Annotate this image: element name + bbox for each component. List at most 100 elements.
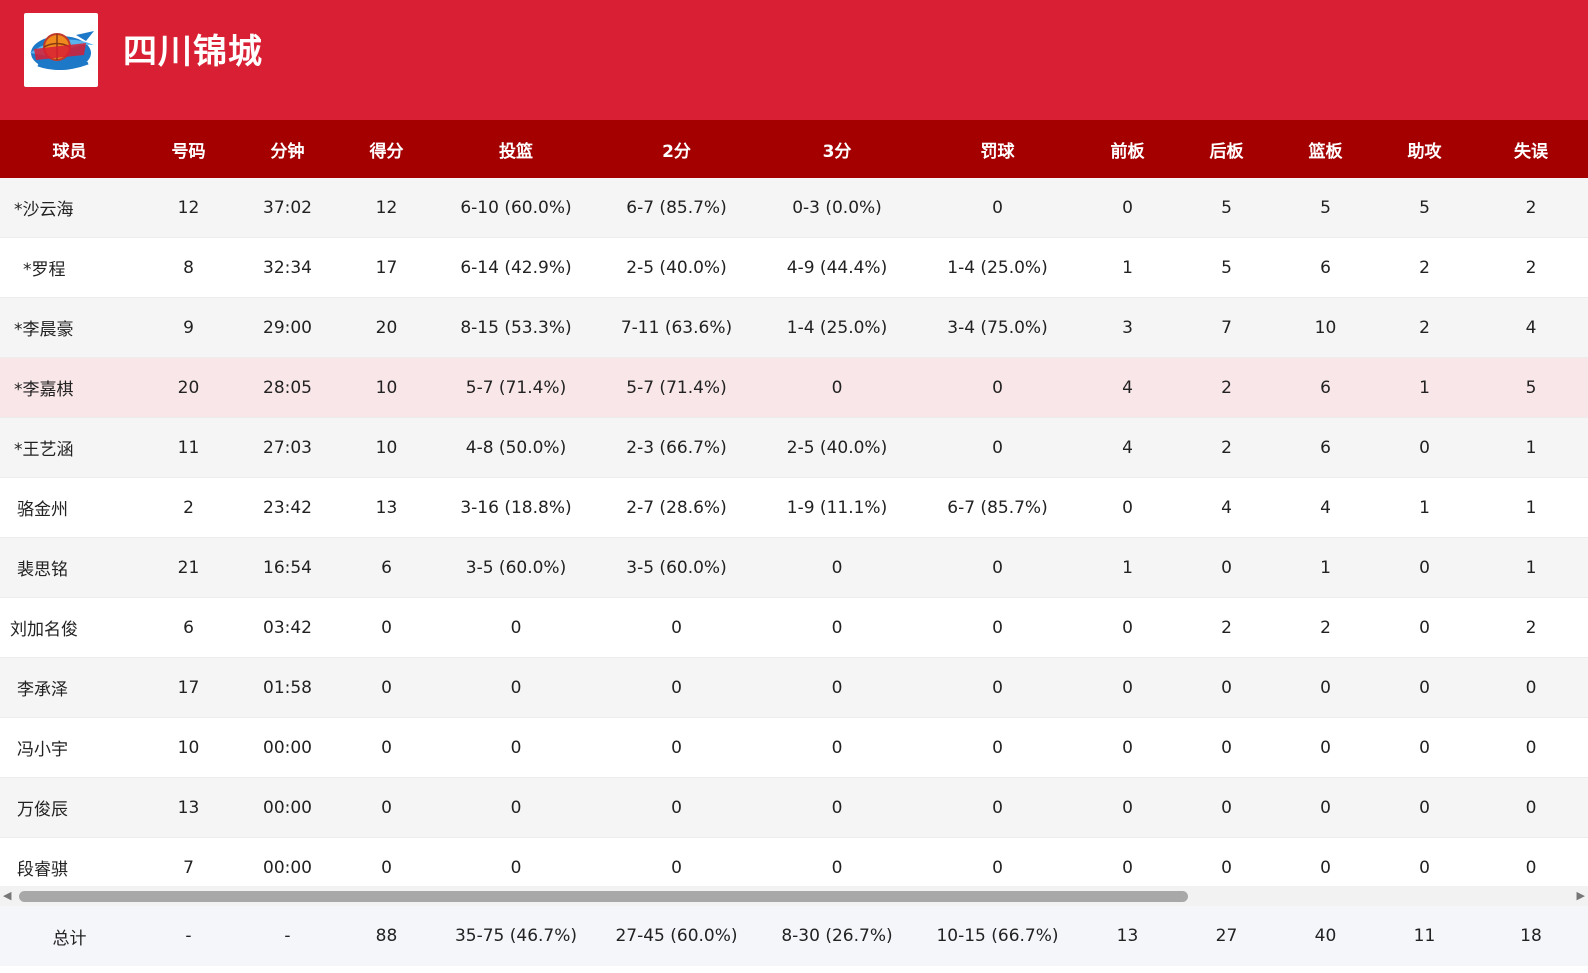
column-header-ast[interactable]: 助攻	[1375, 120, 1474, 178]
player-name-cell[interactable]: 裴思铭	[0, 537, 139, 598]
stat-cell-two-pt: 0	[596, 657, 757, 718]
scroll-left-arrow-icon[interactable]: ◀	[3, 888, 11, 904]
stat-cell-fg: 5-7 (71.4%)	[436, 357, 596, 418]
stat-cell-minutes: 03:42	[238, 597, 337, 658]
table-row[interactable]: 李承泽 17 01:58 0 0 0 0 0 0 0 0 0 0	[0, 657, 1588, 718]
stat-cell-tov: 2	[1474, 178, 1588, 238]
stat-cell-ast: 0	[1375, 597, 1474, 658]
stat-cell-reb: 6	[1276, 357, 1375, 418]
totals-cell-off-reb: 13	[1116, 926, 1139, 946]
column-header-tov[interactable]: 失误	[1474, 120, 1588, 178]
stat-cell-three-pt: 2-5 (40.0%)	[757, 417, 917, 478]
stat-cell-ast: 0	[1375, 657, 1474, 718]
column-header-ft[interactable]: 罚球	[917, 120, 1078, 178]
stat-cell-points: 10	[337, 357, 436, 418]
stat-cell-off-reb: 4	[1078, 417, 1177, 478]
table-row[interactable]: *罗程 8 32:34 17 6-14 (42.9%) 2-5 (40.0%) 4-9 (4…	[0, 237, 1588, 298]
stat-cell-two-pt: 7-11 (63.6%)	[596, 297, 757, 358]
column-header-number[interactable]: 号码	[139, 120, 238, 178]
column-header-two-pt[interactable]: 2分	[596, 120, 757, 178]
column-header-minutes[interactable]: 分钟	[238, 120, 337, 178]
table-row[interactable]: *王艺涵 11 27:03 10 4-8 (50.0%) 2-3 (66.7%) 2-5 (…	[0, 417, 1588, 478]
player-name-cell[interactable]: 刘加名俊	[0, 597, 139, 658]
stat-cell-def-reb: 0	[1177, 777, 1276, 838]
player-name-cell[interactable]: *李晨豪	[0, 297, 139, 358]
totals-cell-three-pt: 8-30 (26.7%)	[781, 926, 893, 946]
totals-cell-number: -	[185, 926, 192, 946]
player-name-cell[interactable]: 骆金州	[0, 477, 139, 538]
stat-cell-two-pt: 6-7 (85.7%)	[596, 178, 757, 238]
stat-cell-def-reb: 0	[1177, 537, 1276, 598]
stat-cell-number: 20	[139, 357, 238, 418]
table-row[interactable]: *李晨豪 9 29:00 20 8-15 (53.3%) 7-11 (63.6%) 1-4 …	[0, 297, 1588, 358]
stat-cell-three-pt: 0	[757, 597, 917, 658]
totals-cell-ft: 10-15 (66.7%)	[936, 926, 1059, 946]
scroll-right-arrow-icon[interactable]: ▶	[1577, 888, 1585, 904]
column-header-three-pt[interactable]: 3分	[757, 120, 917, 178]
stat-cell-def-reb: 2	[1177, 597, 1276, 658]
totals-cell-tov: 18	[1520, 926, 1542, 946]
stat-cell-three-pt: 0	[757, 357, 917, 418]
stat-cell-minutes: 29:00	[238, 297, 337, 358]
stat-cell-tov: 0	[1474, 657, 1588, 718]
stat-cell-tov: 1	[1474, 417, 1588, 478]
stat-cell-off-reb: 1	[1078, 237, 1177, 298]
stat-cell-fg: 3-16 (18.8%)	[436, 477, 596, 538]
totals-cell-reb: 40	[1314, 926, 1337, 946]
sichuan-team-logo-icon	[30, 31, 94, 70]
stat-cell-def-reb: 0	[1177, 657, 1276, 718]
stat-cell-three-pt: 1-9 (11.1%)	[757, 477, 917, 538]
column-header-reb[interactable]: 篮板	[1276, 120, 1375, 178]
player-name-cell[interactable]: *罗程	[0, 237, 139, 298]
team-name: 四川锦城	[123, 32, 263, 72]
stat-cell-ft: 0	[917, 657, 1078, 718]
stat-cell-number: 6	[139, 597, 238, 658]
player-name-cell[interactable]: *王艺涵	[0, 417, 139, 478]
stat-cell-two-pt: 2-5 (40.0%)	[596, 237, 757, 298]
player-name-cell[interactable]: 冯小宇	[0, 717, 139, 778]
stat-cell-fg: 3-5 (60.0%)	[436, 537, 596, 598]
stat-cell-number: 13	[139, 777, 238, 838]
column-header-player[interactable]: 球员	[0, 120, 139, 178]
totals-cell-ast: 11	[1413, 926, 1436, 946]
stat-cell-two-pt: 0	[596, 597, 757, 658]
stat-cell-def-reb: 2	[1177, 417, 1276, 478]
table-row[interactable]: 刘加名俊 6 03:42 0 0 0 0 0 0 2 2 0 2	[0, 597, 1588, 658]
stat-cell-reb: 6	[1276, 417, 1375, 478]
column-header-off-reb[interactable]: 前板	[1078, 120, 1177, 178]
table-row[interactable]: 骆金州 2 23:42 13 3-16 (18.8%) 2-7 (28.6%) 1-9 (1…	[0, 477, 1588, 538]
column-header-def-reb[interactable]: 后板	[1177, 120, 1276, 178]
team-header: 四川锦城	[0, 0, 1588, 120]
player-name-cell[interactable]: 李承泽	[0, 657, 139, 718]
stat-cell-tov: 2	[1474, 597, 1588, 658]
stat-cell-def-reb: 2	[1177, 357, 1276, 418]
stat-cell-number: 9	[139, 297, 238, 358]
column-header-points[interactable]: 得分	[337, 120, 436, 178]
horizontal-scrollbar[interactable]: ◀ ▶	[0, 886, 1588, 906]
scrollbar-thumb[interactable]	[19, 891, 1188, 902]
column-header-fg[interactable]: 投篮	[436, 120, 596, 178]
player-name-cell[interactable]: *李嘉棋	[0, 357, 139, 418]
stat-cell-off-reb: 3	[1078, 297, 1177, 358]
stat-cell-number: 11	[139, 417, 238, 478]
stat-cell-minutes: 27:03	[238, 417, 337, 478]
team-logo	[24, 13, 98, 87]
table-row[interactable]: 裴思铭 21 16:54 6 3-5 (60.0%) 3-5 (60.0%) 0 0 1 0 1 0 1	[0, 537, 1588, 598]
stat-cell-ft: 0	[917, 717, 1078, 778]
totals-row: 总计 - - 88 35-75 (46.7%) 27-45 (60.0%) 8-30 (26…	[0, 906, 1588, 966]
stat-cell-minutes: 00:00	[238, 777, 337, 838]
table-row[interactable]: 冯小宇 10 00:00 0 0 0 0 0 0 0 0 0 0	[0, 717, 1588, 778]
stat-cell-three-pt: 4-9 (44.4%)	[757, 237, 917, 298]
stat-cell-ast: 5	[1375, 178, 1474, 238]
stat-cell-ft: 0	[917, 597, 1078, 658]
stat-cell-off-reb: 0	[1078, 777, 1177, 838]
player-name-cell[interactable]: 万俊辰	[0, 777, 139, 838]
table-row[interactable]: *沙云海 12 37:02 12 6-10 (60.0%) 6-7 (85.7%) 0-3 …	[0, 178, 1588, 238]
stat-cell-reb: 10	[1276, 297, 1375, 358]
table-row[interactable]: 万俊辰 13 00:00 0 0 0 0 0 0 0 0 0 0	[0, 777, 1588, 838]
stats-table-container[interactable]: 球员 号码 分钟 得分 投篮 2分 3分 罚球 前板 后板 篮板 助攻 失误 *沙云海 12 37:02 12…	[0, 120, 1588, 898]
table-row[interactable]: *李嘉棋 20 28:05 10 5-7 (71.4%) 5-7 (71.4%) 0 0 4 2 6…	[0, 357, 1588, 418]
stat-cell-off-reb: 0	[1078, 717, 1177, 778]
stat-cell-three-pt: 0	[757, 657, 917, 718]
player-name-cell[interactable]: *沙云海	[0, 178, 139, 238]
